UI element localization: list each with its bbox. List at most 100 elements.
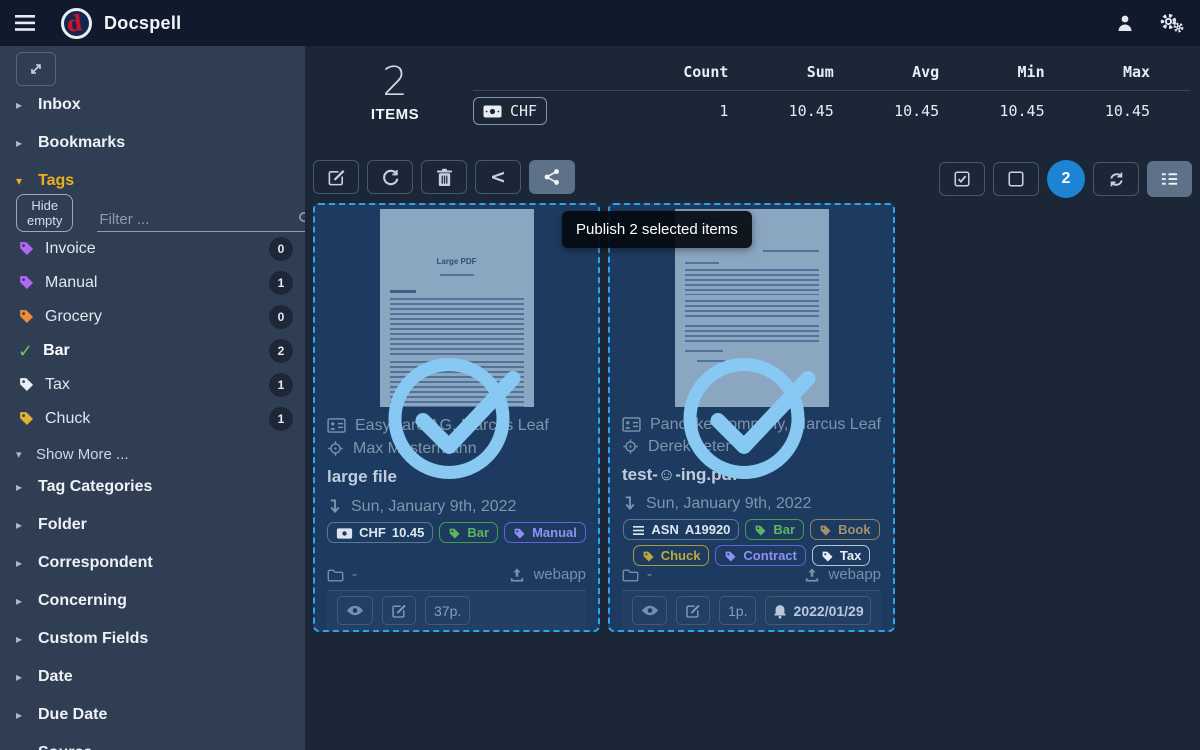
- tag-badge-chuck[interactable]: Chuck: [633, 545, 710, 566]
- address-card-icon: [622, 416, 641, 434]
- select-all-button[interactable]: [939, 162, 985, 196]
- item-name[interactable]: test-☺-ing.pdf: [622, 465, 881, 485]
- upload-icon: [509, 566, 525, 583]
- edit-item-button[interactable]: [676, 596, 710, 625]
- money-icon: [483, 102, 502, 120]
- check-icon: ✓: [18, 341, 33, 362]
- sidebar-item-source[interactable]: ▸Source: [0, 734, 305, 750]
- card-body: EasyCare AG, Marcus Leaf Max Mustermann …: [315, 407, 598, 630]
- sidebar-item-concerning[interactable]: ▸Concerning: [0, 582, 305, 620]
- menu-icon[interactable]: [15, 14, 35, 32]
- tag-item-invoice[interactable]: Invoice 0: [0, 232, 305, 266]
- tag-badge-bar[interactable]: Bar: [439, 522, 498, 543]
- folder-icon: [327, 566, 344, 583]
- items-count: 2: [355, 60, 435, 104]
- publish-tooltip: Publish 2 selected items: [562, 211, 752, 248]
- deselect-all-button[interactable]: [993, 162, 1039, 196]
- currency-chip[interactable]: CHF: [473, 97, 547, 125]
- amount-badge[interactable]: CHF 10.45: [327, 522, 433, 543]
- page-count-badge[interactable]: 1p.: [719, 596, 756, 625]
- crosshair-person-icon: [327, 440, 344, 458]
- selection-toolbar: <: [313, 160, 575, 194]
- sidebar-item-tag-categories[interactable]: ▸Tag Categories: [0, 468, 305, 506]
- tag-badge-tax[interactable]: Tax: [812, 545, 870, 566]
- caret-down-icon: ▾: [16, 448, 36, 461]
- item-date-row: Sun, January 9th, 2022: [327, 495, 586, 518]
- sidebar-item-correspondent[interactable]: ▸Correspondent: [0, 544, 305, 582]
- tag-count-badge: 0: [269, 305, 293, 329]
- caret-right-icon: ▸: [16, 518, 38, 532]
- tag-count-badge: 1: [269, 373, 293, 397]
- correspondent-row: Pancake Company, Marcus Leaf: [622, 414, 881, 436]
- upload-icon: [804, 566, 820, 583]
- item-card[interactable]: Large PDF EasyCare AG, Marcus Leaf Max M…: [313, 203, 600, 632]
- tag-item-grocery[interactable]: Grocery 0: [0, 300, 305, 334]
- view-menu-button[interactable]: [1147, 161, 1192, 197]
- sidebar-item-inbox[interactable]: ▸ Inbox: [0, 86, 305, 124]
- currency-stats-table: Count Sum Avg Min Max CHF 1 10.45 10.45 …: [473, 58, 1190, 125]
- sidebar-item-folder[interactable]: ▸Folder: [0, 506, 305, 544]
- tag-filter-input[interactable]: [99, 211, 298, 228]
- tag-badge-manual[interactable]: Manual: [504, 522, 586, 543]
- selected-count-badge: 2: [1047, 160, 1085, 198]
- app-title: Docspell: [104, 13, 181, 34]
- caret-right-icon: ▸: [16, 98, 38, 112]
- sidebar-item-custom-fields[interactable]: ▸Custom Fields: [0, 620, 305, 658]
- merge-button[interactable]: <: [475, 160, 521, 194]
- caret-right-icon: ▸: [16, 708, 38, 722]
- tag-badge-bar[interactable]: Bar: [745, 519, 804, 540]
- folder-value: -: [352, 566, 357, 583]
- money-icon: [336, 525, 353, 540]
- items-summary: 2 ITEMS: [355, 60, 435, 123]
- preview-eye-button[interactable]: [337, 596, 373, 625]
- publish-button[interactable]: [529, 160, 575, 194]
- tag-item-manual[interactable]: Manual 1: [0, 266, 305, 300]
- source-value: webapp: [828, 566, 881, 583]
- correspondent-row: EasyCare AG, Marcus Leaf: [327, 414, 586, 437]
- item-name[interactable]: large file: [327, 467, 586, 487]
- stats-value-row: CHF 1 10.45 10.45 10.45 10.45: [473, 97, 1190, 125]
- document-preview[interactable]: Large PDF: [315, 205, 598, 407]
- due-date-badge[interactable]: 2022/01/29: [765, 596, 871, 625]
- user-account-icon[interactable]: [1115, 13, 1135, 33]
- arrow-down-icon: [622, 495, 637, 513]
- source-value: webapp: [533, 566, 586, 583]
- collapse-sidebar-button[interactable]: [16, 52, 56, 86]
- caret-right-icon: ▸: [16, 632, 38, 646]
- tag-icon: [821, 548, 834, 563]
- item-card[interactable]: Pancake Company, Marcus Leaf Derek Jeter…: [608, 203, 895, 632]
- sidebar-item-due-date[interactable]: ▸Due Date: [0, 696, 305, 734]
- edit-item-button[interactable]: [382, 596, 416, 625]
- tag-badge-contract[interactable]: Contract: [715, 545, 805, 566]
- caret-right-icon: ▸: [16, 746, 38, 750]
- tag-icon: [513, 525, 526, 540]
- caret-down-icon: ▾: [16, 174, 38, 188]
- tag-item-bar-selected[interactable]: ✓ Bar 2: [0, 334, 305, 368]
- invert-selection-button[interactable]: [1093, 162, 1139, 196]
- delete-button[interactable]: [421, 160, 467, 194]
- edit-selected-button[interactable]: [313, 160, 359, 194]
- sidebar-item-bookmarks[interactable]: ▸ Bookmarks: [0, 124, 305, 162]
- tag-count-badge: 1: [269, 407, 293, 431]
- bell-icon: [773, 602, 787, 619]
- caret-right-icon: ▸: [16, 480, 38, 494]
- caret-right-icon: ▸: [16, 136, 38, 150]
- hide-empty-button[interactable]: Hide empty: [16, 194, 73, 232]
- tag-item-chuck[interactable]: Chuck 1: [0, 402, 305, 436]
- bars-icon: [632, 522, 645, 537]
- tag-item-tax[interactable]: Tax 1: [0, 368, 305, 402]
- caret-right-icon: ▸: [16, 594, 38, 608]
- asn-badge[interactable]: ASN A19920: [623, 519, 739, 540]
- show-more-tags[interactable]: ▾ Show More ...: [0, 442, 305, 466]
- preview-eye-button[interactable]: [632, 596, 667, 625]
- tag-count-badge: 2: [269, 339, 293, 363]
- page-count-badge[interactable]: 37p.: [425, 596, 470, 625]
- badge-row: ASN A19920 Bar Book Chuck: [622, 519, 881, 566]
- sidebar-item-date[interactable]: ▸Date: [0, 658, 305, 696]
- settings-gears-icon[interactable]: [1159, 12, 1184, 34]
- tag-badge-book[interactable]: Book: [810, 519, 880, 540]
- concerning-row: Derek Jeter: [622, 436, 881, 458]
- card-body: Pancake Company, Marcus Leaf Derek Jeter…: [610, 407, 893, 630]
- reprocess-button[interactable]: [367, 160, 413, 194]
- stats-header-row: Count Sum Avg Min Max: [473, 58, 1190, 86]
